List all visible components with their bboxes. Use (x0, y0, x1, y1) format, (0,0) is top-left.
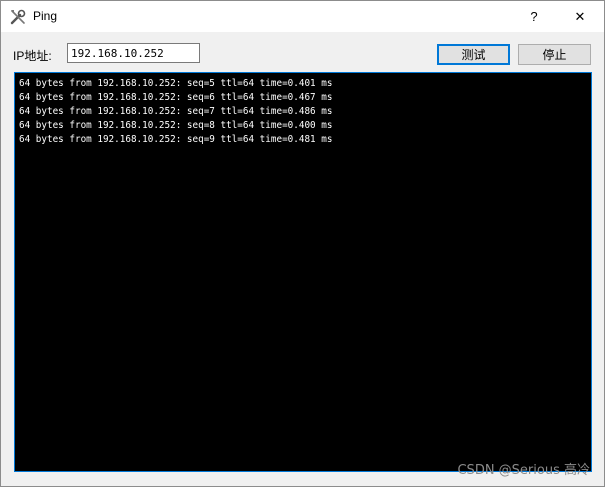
help-button[interactable]: ? (511, 1, 557, 32)
close-button[interactable]: ✕ (557, 1, 603, 32)
test-button[interactable]: 测试 (437, 44, 510, 65)
title-bar[interactable]: Ping ? ✕ (1, 1, 604, 32)
console-line: 64 bytes from 192.168.10.252: seq=5 ttl=… (19, 78, 333, 89)
tools-icon (10, 9, 26, 25)
console-line: 64 bytes from 192.168.10.252: seq=8 ttl=… (19, 120, 333, 131)
ping-dialog: Ping ? ✕ IP地址: 测试 停止 64 bytes from 192.1… (0, 0, 605, 487)
ip-address-label: IP地址: (13, 49, 52, 63)
ip-address-input[interactable] (67, 43, 200, 63)
window-title: Ping (33, 9, 58, 23)
stop-button[interactable]: 停止 (518, 44, 591, 65)
console-line: 64 bytes from 192.168.10.252: seq=7 ttl=… (19, 106, 333, 117)
ping-output-console[interactable]: 64 bytes from 192.168.10.252: seq=5 ttl=… (14, 72, 592, 472)
watermark: CSDN @Serious 高冷 (457, 463, 590, 478)
console-line: 64 bytes from 192.168.10.252: seq=9 ttl=… (19, 134, 333, 145)
console-line: 64 bytes from 192.168.10.252: seq=6 ttl=… (19, 92, 333, 103)
